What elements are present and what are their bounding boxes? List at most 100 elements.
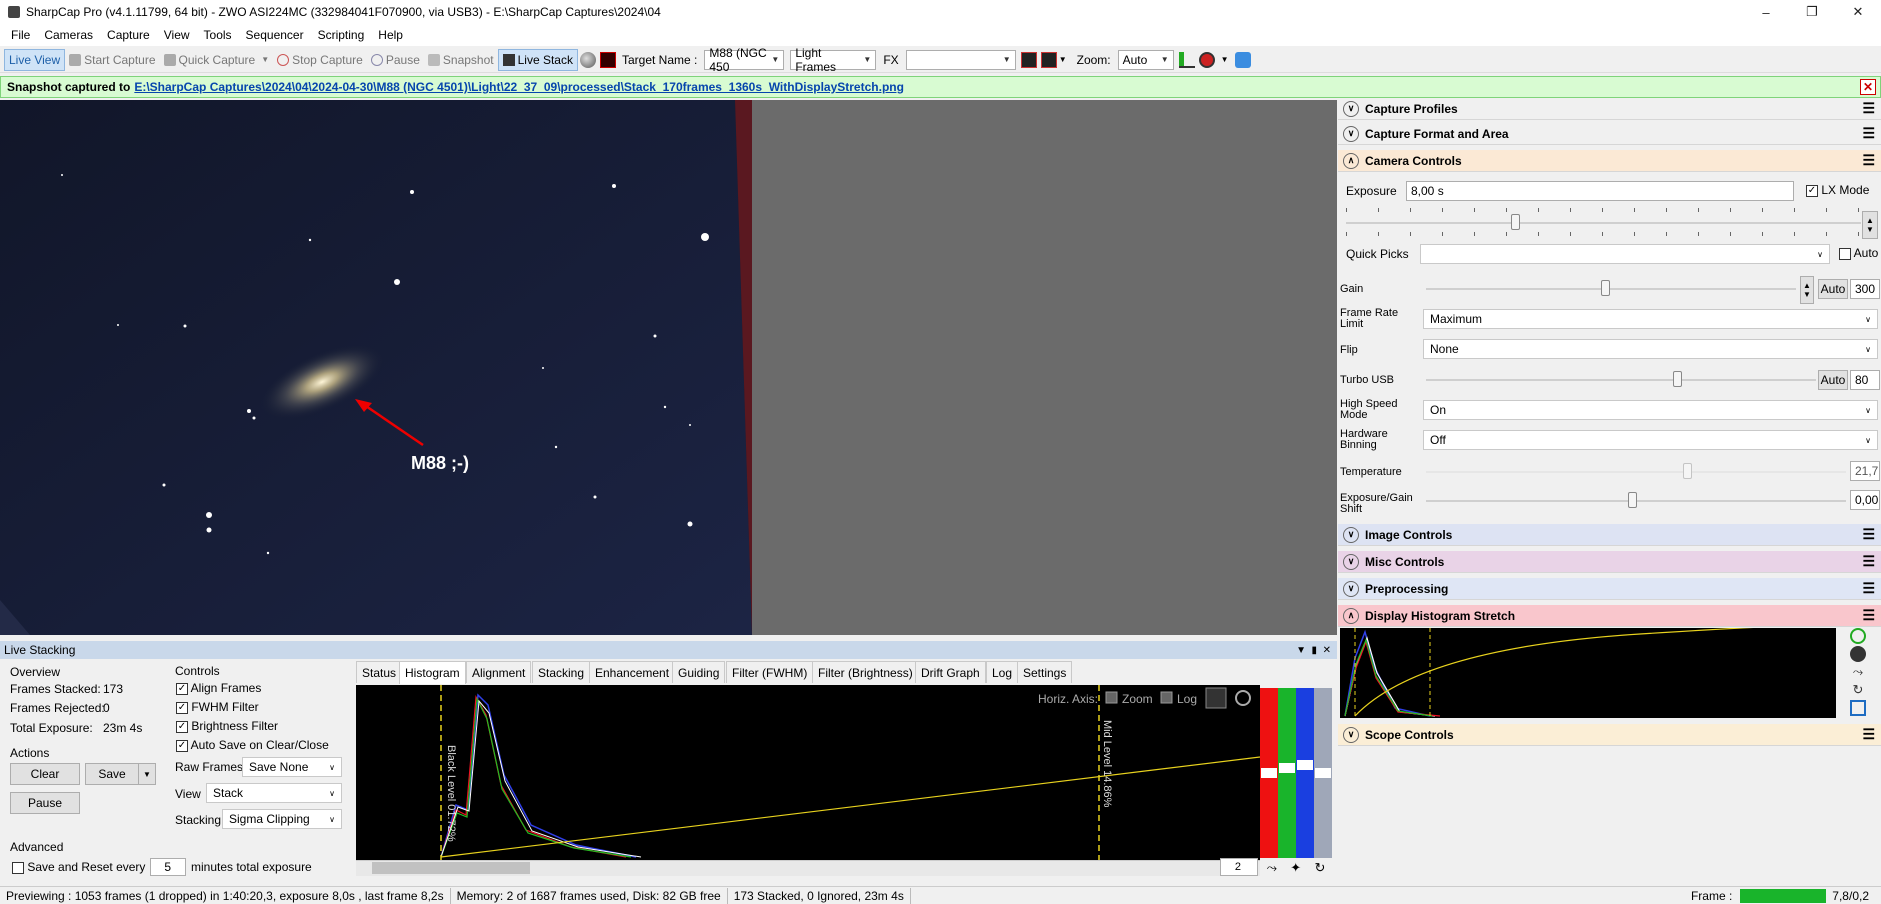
stack-histogram[interactable]: Black Level 01.72% Mid Level 14.86% Hori…	[356, 685, 1260, 860]
menu-icon[interactable]: ☰	[1862, 526, 1875, 543]
chevron-down-icon[interactable]: ▼	[1803, 290, 1811, 299]
frame-type-combo[interactable]: Light Frames ▼	[790, 46, 877, 74]
chevron-down-icon[interactable]: ∨	[1343, 100, 1359, 117]
reset-icon[interactable]: ↻	[1850, 682, 1866, 698]
crop-icon[interactable]	[1040, 51, 1057, 68]
tab-drift-graph[interactable]: Drift Graph	[915, 661, 986, 683]
histogram-scroll-thumb[interactable]	[372, 862, 530, 874]
gain-slider-thumb[interactable]	[1601, 280, 1610, 296]
chevron-down-icon[interactable]: ∨	[1343, 553, 1359, 570]
stacking-combo[interactable]: Sigma Clipping ∨	[222, 809, 342, 829]
live-stack-button[interactable]: Live Stack	[497, 48, 578, 71]
align-frames-checkbox[interactable]: ✓	[176, 682, 188, 695]
chevron-down-icon[interactable]: ∨	[1343, 726, 1359, 743]
chevron-down-icon[interactable]: ∨	[1343, 526, 1359, 543]
section-scope-controls[interactable]: ∨ Scope Controls ☰	[1338, 724, 1881, 746]
target-name-combo[interactable]: M88 (NGC 450 ▼	[704, 46, 785, 74]
turbo-usb-slider-thumb[interactable]	[1673, 371, 1682, 387]
tab-status[interactable]: Status	[356, 661, 403, 683]
pause-button[interactable]: Pause	[367, 49, 424, 71]
red-level-handle[interactable]	[1261, 768, 1277, 778]
menu-sequencer[interactable]: Sequencer	[239, 28, 311, 42]
gain-spinner[interactable]: ▲ ▼	[1800, 276, 1814, 304]
menu-icon[interactable]: ☰	[1862, 152, 1875, 169]
blue-level-bar[interactable]	[1296, 688, 1314, 858]
menu-icon[interactable]: ☰	[1862, 580, 1875, 597]
exposure-spinner[interactable]: ▲ ▼	[1862, 211, 1878, 239]
lx-mode-checkbox[interactable]: ✓	[1806, 185, 1818, 197]
turbo-auto-button[interactable]: Auto	[1818, 370, 1848, 390]
menu-help[interactable]: Help	[371, 28, 410, 42]
auto-save-checkbox[interactable]: ✓	[176, 739, 188, 752]
section-image-controls[interactable]: ∨ Image Controls ☰	[1338, 524, 1881, 546]
chevron-down-icon[interactable]: ▼	[1221, 55, 1229, 64]
exposure-input[interactable]: 8,00 s	[1406, 181, 1794, 201]
raw-frames-combo[interactable]: Save None ∨	[242, 757, 342, 777]
gain-auto-button[interactable]: Auto	[1818, 279, 1848, 299]
frame-rate-combo[interactable]: Maximum ∨	[1423, 309, 1878, 329]
chevron-down-icon[interactable]: ▼	[261, 55, 269, 64]
reticle-icon[interactable]	[1020, 51, 1037, 68]
magnifier-icon[interactable]	[1198, 51, 1215, 68]
section-capture-format[interactable]: ∨ Capture Format and Area ☰	[1338, 123, 1881, 145]
sphere-icon[interactable]	[579, 51, 596, 68]
log-checkbox[interactable]	[1160, 691, 1173, 704]
sparkle-icon[interactable]: ✦	[1290, 860, 1301, 876]
section-display-stretch[interactable]: ∧ Display Histogram Stretch ☰	[1338, 605, 1881, 627]
tab-filter-fwhm[interactable]: Filter (FWHM)	[726, 661, 814, 683]
chevron-up-icon[interactable]: ∧	[1343, 607, 1359, 624]
display-stretch-histogram[interactable]	[1340, 628, 1836, 718]
live-view-button[interactable]: Live View	[4, 48, 66, 71]
tab-guiding[interactable]: Guiding	[672, 661, 726, 683]
section-preprocessing[interactable]: ∨ Preprocessing ☰	[1338, 578, 1881, 600]
restore-button[interactable]: ❐	[1789, 0, 1835, 24]
gain-slider[interactable]	[1426, 288, 1796, 290]
lightning-icon[interactable]: ⤳	[1850, 664, 1866, 680]
chevron-down-icon[interactable]: ∨	[1343, 125, 1359, 142]
snapshot-path-link[interactable]: E:\SharpCap Captures\2024\04\2024-04-30\…	[134, 80, 904, 94]
menu-scripting[interactable]: Scripting	[311, 28, 372, 42]
section-capture-profiles[interactable]: ∨ Capture Profiles ☰	[1338, 98, 1881, 120]
turbo-usb-value-input[interactable]: 80	[1850, 370, 1880, 390]
dark-frame-icon[interactable]	[599, 51, 616, 68]
menu-tools[interactable]: Tools	[197, 28, 239, 42]
tab-histogram[interactable]: Histogram	[399, 661, 466, 684]
chevron-up-icon[interactable]: ▲	[1866, 216, 1874, 225]
green-level-bar[interactable]	[1278, 688, 1296, 858]
lum-level-handle[interactable]	[1315, 768, 1331, 778]
high-speed-combo[interactable]: On ∨	[1423, 400, 1878, 420]
green-level-handle[interactable]	[1279, 763, 1295, 773]
lightning-icon[interactable]	[1205, 687, 1227, 709]
histogram-icon[interactable]	[1178, 51, 1195, 68]
tab-settings[interactable]: Settings	[1017, 661, 1073, 683]
menu-file[interactable]: File	[4, 28, 37, 42]
tab-log[interactable]: Log	[986, 661, 1019, 683]
menu-icon[interactable]: ☰	[1862, 553, 1875, 570]
hw-binning-combo[interactable]: Off ∨	[1423, 430, 1878, 450]
menu-icon[interactable]: ☰	[1862, 125, 1875, 142]
auto-stretch-icon[interactable]	[1850, 628, 1866, 644]
exposure-slider[interactable]	[1346, 222, 1861, 224]
menu-icon[interactable]: ☰	[1862, 726, 1875, 743]
blue-level-handle[interactable]	[1297, 760, 1313, 770]
zoom-combo[interactable]: Auto ▼	[1117, 49, 1174, 70]
chevron-down-icon[interactable]: ∨	[1343, 580, 1359, 597]
save-icon[interactable]	[1850, 700, 1866, 716]
tab-alignment[interactable]: Alignment	[466, 661, 532, 683]
chevron-down-icon[interactable]: ▼	[1296, 645, 1306, 656]
section-camera-controls[interactable]: ∧ Camera Controls ☰	[1338, 150, 1881, 172]
minimize-button[interactable]: –	[1743, 0, 1789, 24]
snapshot-button[interactable]: Snapshot	[424, 49, 498, 71]
menu-cameras[interactable]: Cameras	[37, 28, 100, 42]
start-capture-button[interactable]: Start Capture	[65, 49, 159, 71]
clear-button[interactable]: Clear	[10, 763, 80, 785]
pause-stacking-button[interactable]: Pause	[10, 792, 80, 814]
stacked-image[interactable]: M88 ;-)	[0, 100, 752, 635]
exposure-slider-thumb[interactable]	[1511, 214, 1520, 230]
flip-combo[interactable]: None ∨	[1423, 339, 1878, 359]
gain-value-input[interactable]: 300	[1850, 279, 1880, 299]
quick-picks-auto-checkbox[interactable]	[1839, 248, 1851, 260]
close-icon[interactable]: ✕	[1323, 645, 1331, 656]
view-combo[interactable]: Stack ∨	[206, 783, 342, 803]
exp-gain-shift-value-input[interactable]: 0,00	[1850, 490, 1880, 510]
